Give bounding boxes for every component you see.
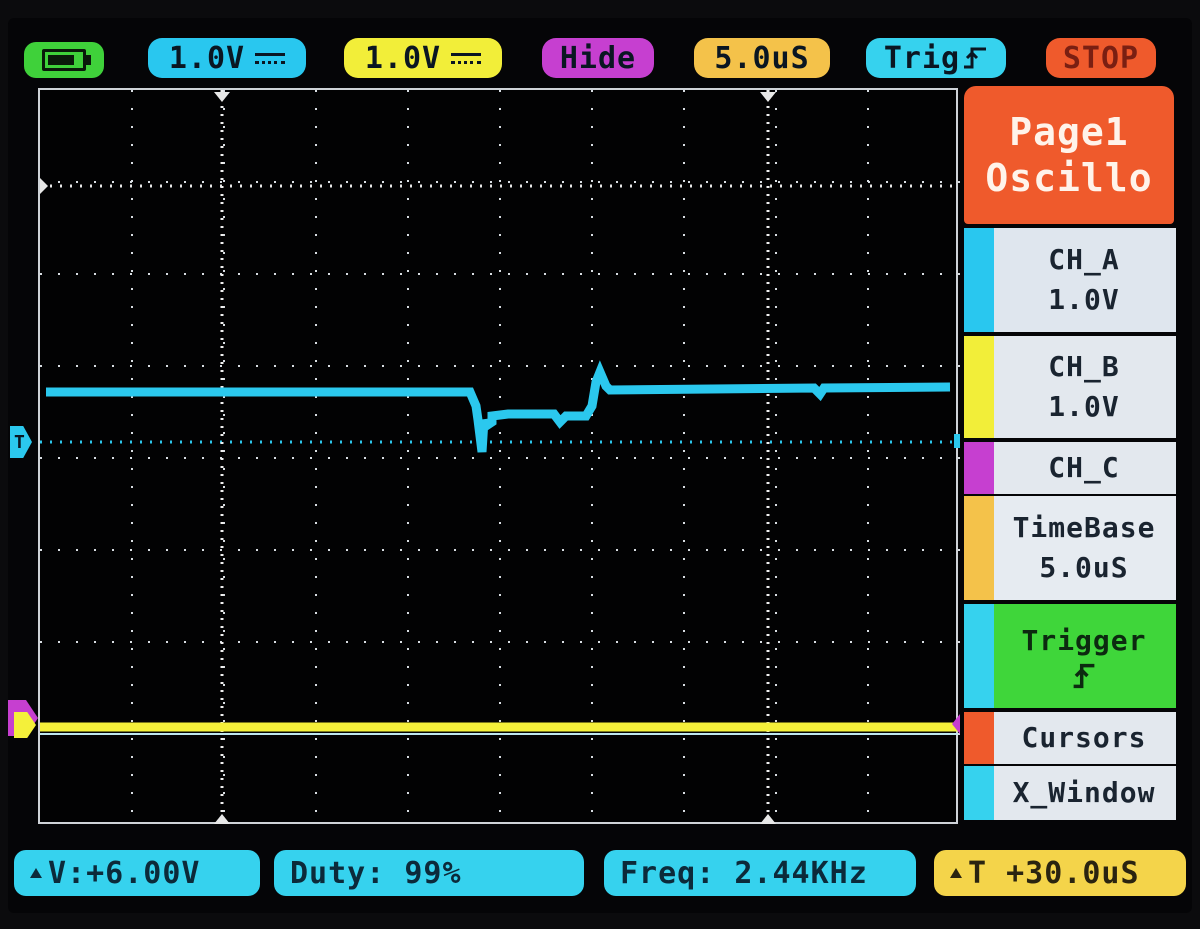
menu-item-x-window[interactable]: X_Window [964, 766, 1176, 820]
delta-icon [950, 868, 962, 878]
menu-item-ch-a-label: CH_A [1048, 243, 1120, 276]
timebase-button[interactable]: 5.0uS [694, 38, 830, 78]
trigger-button[interactable]: Trig [866, 38, 1006, 78]
frequency-value: Freq: 2.44KHz [620, 855, 868, 891]
run-state-label: STOP [1062, 40, 1140, 76]
graticule-grid [40, 90, 960, 826]
time-cursor-left-top-marker [214, 92, 230, 102]
menu-page-title-line2: Oscillo [985, 156, 1153, 200]
delta-time-value: T +30.0uS [968, 855, 1140, 891]
time-cursor-left-bottom-marker [214, 814, 230, 824]
menu-item-ch-c[interactable]: CH_C [964, 442, 1176, 494]
menu-item-cursors-tab [964, 712, 994, 764]
menu-item-ch-b-value: 1.0V [1048, 390, 1120, 423]
menu-item-ch-b[interactable]: CH_B 1.0V [964, 336, 1176, 438]
dc-coupling-icon [451, 49, 482, 67]
menu-item-trigger-label: Trigger [1021, 624, 1147, 657]
channel-c-label: Hide [559, 40, 637, 76]
menu-item-cursors-label: Cursors [1021, 721, 1147, 754]
channel-c-hide-button[interactable]: Hide [542, 38, 654, 78]
run-stop-button[interactable]: STOP [1046, 38, 1156, 78]
dc-coupling-icon [255, 49, 286, 67]
menu-item-timebase[interactable]: TimeBase 5.0uS [964, 496, 1176, 600]
menu-page-title-line1: Page1 [1009, 110, 1129, 154]
menu-item-trigger[interactable]: Trigger [964, 604, 1176, 708]
channel-b-scale-label: 1.0V [364, 40, 442, 76]
battery-icon [24, 42, 104, 78]
channel-b-scale-button[interactable]: 1.0V [344, 38, 502, 78]
menu-item-ch-c-tab [964, 442, 994, 494]
time-cursor-right-bottom-marker [760, 814, 776, 824]
trigger-level-right-marker [954, 434, 960, 448]
menu-item-ch-a[interactable]: CH_A 1.0V [964, 228, 1176, 332]
menu-item-ch-b-label: CH_B [1048, 350, 1120, 383]
menu-item-timebase-label: TimeBase [1012, 511, 1156, 544]
rising-edge-icon [1073, 663, 1095, 689]
menu-item-ch-c-label: CH_C [1048, 451, 1120, 484]
menu-item-cursors[interactable]: Cursors [964, 712, 1176, 764]
trigger-label: Trig [883, 40, 961, 76]
waveform-svg [40, 90, 960, 826]
duty-value: Duty: 99% [290, 855, 462, 891]
channel-a-trace [46, 360, 951, 453]
menu-item-timebase-value: 5.0uS [1039, 551, 1129, 584]
menu-item-ch-a-value: 1.0V [1048, 283, 1120, 316]
voltage-cursor-marker [40, 178, 48, 194]
timebase-label: 5.0uS [714, 40, 810, 76]
delta-time-readout: T +30.0uS [934, 850, 1186, 896]
rising-edge-icon [964, 47, 987, 69]
menu-item-ch-b-tab [964, 336, 994, 438]
menu-page-title[interactable]: Page1 Oscillo [964, 86, 1174, 224]
duty-readout: Duty: 99% [274, 850, 584, 896]
delta-icon [30, 868, 42, 878]
waveform-display[interactable] [38, 88, 960, 826]
menu-item-ch-a-tab [964, 228, 994, 332]
menu-item-x-window-label: X_Window [1012, 776, 1156, 809]
channel-a-scale-label: 1.0V [168, 40, 246, 76]
menu-item-trigger-tab [964, 604, 994, 708]
frequency-readout: Freq: 2.44KHz [604, 850, 916, 896]
time-cursor-right-top-marker [760, 92, 776, 102]
channel-a-scale-button[interactable]: 1.0V [148, 38, 306, 78]
delta-voltage-readout: V:+6.00V [14, 850, 260, 896]
trigger-marker-label: T [14, 431, 25, 453]
delta-voltage-value: V:+6.00V [48, 855, 201, 891]
